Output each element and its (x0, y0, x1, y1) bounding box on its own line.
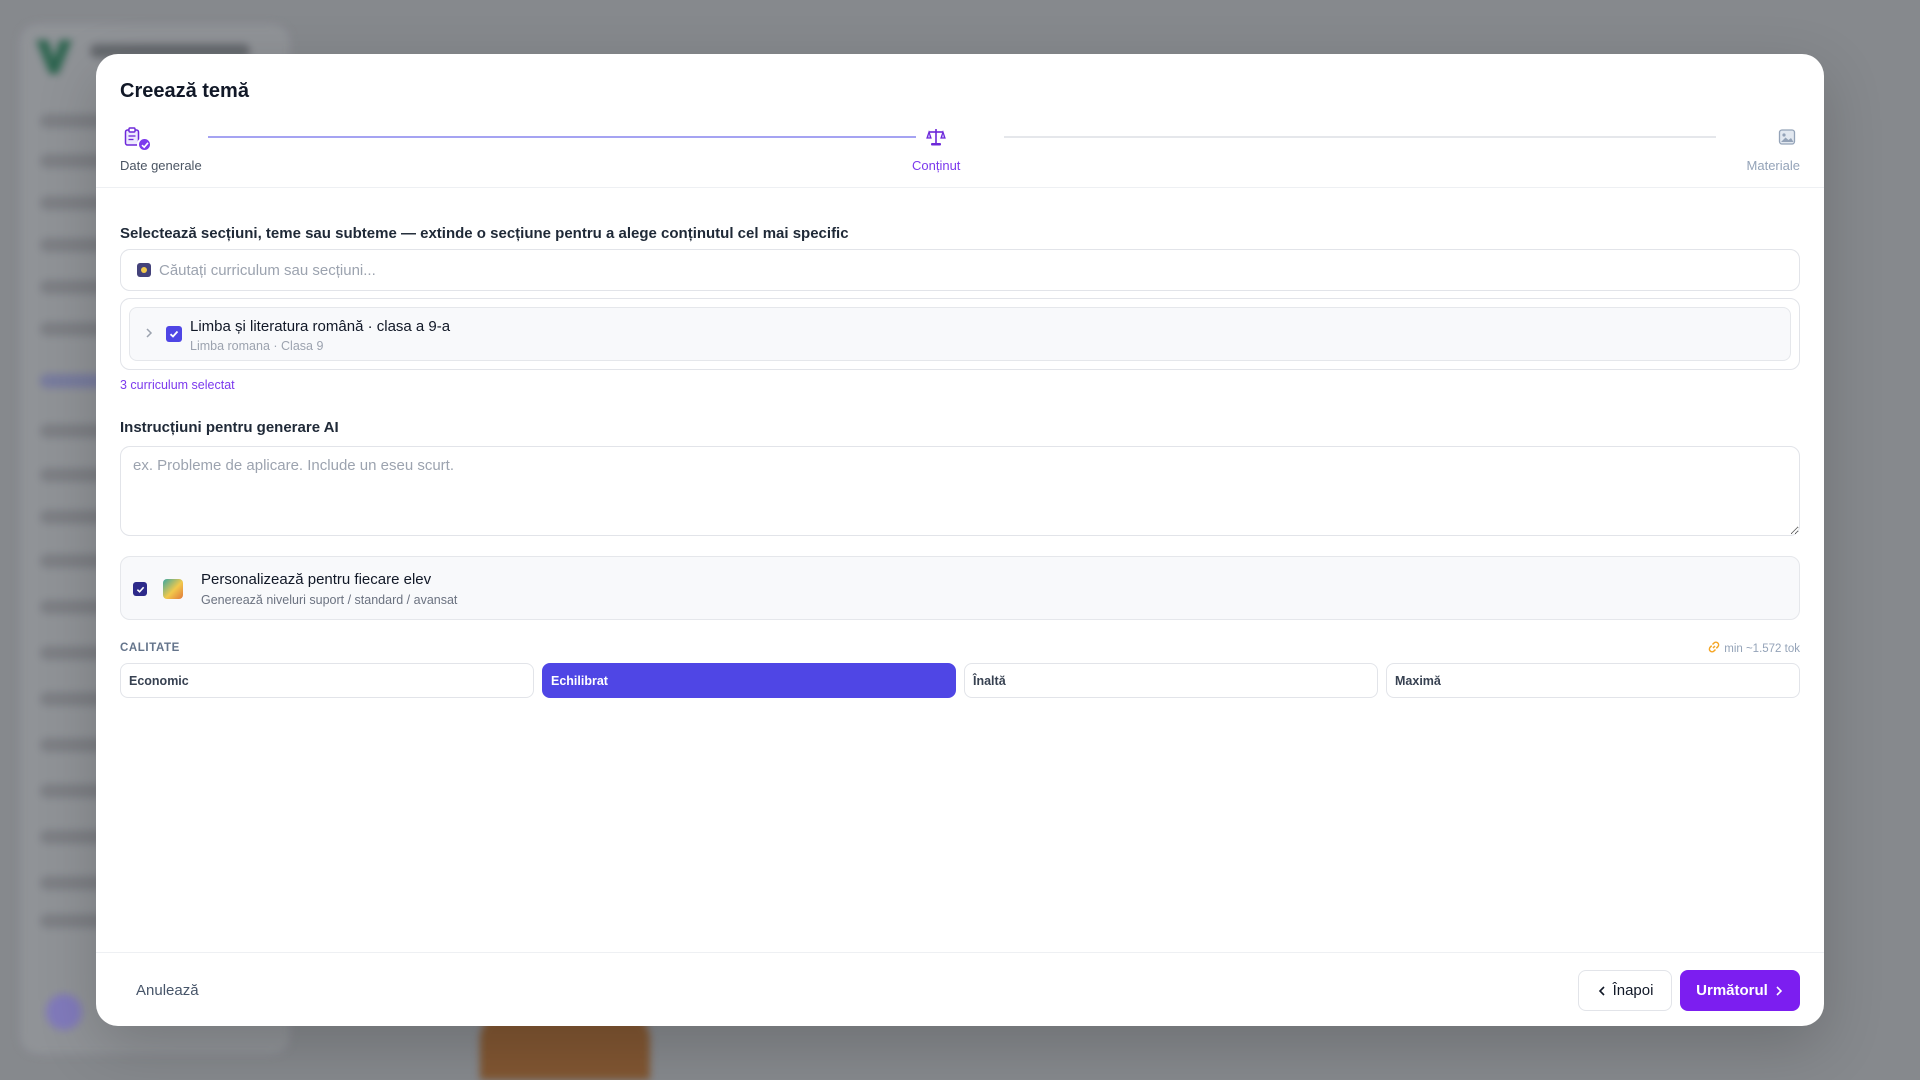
chevron-right-icon[interactable] (144, 326, 154, 342)
quality-high-button[interactable]: Înaltă (964, 663, 1378, 698)
footer-divider (96, 952, 1824, 953)
stepper-progress-line (208, 136, 916, 138)
link-icon (1708, 641, 1720, 656)
step-content[interactable]: Conținut (912, 124, 960, 173)
next-button[interactable]: Următorul (1680, 970, 1800, 1011)
cancel-button[interactable]: Anulează (120, 970, 215, 1010)
stepper-pending-line (1004, 136, 1716, 138)
token-estimate-text: min ~1.572 tok (1724, 642, 1800, 655)
curriculum-list: Limba și literatura română · clasa a 9-a… (120, 298, 1800, 370)
selected-curriculum-count: 3 curriculum selectat (120, 378, 235, 392)
image-icon (1774, 124, 1800, 150)
chevron-left-icon (1598, 985, 1605, 996)
create-theme-modal: Creează temă Date generale Conținut Mate… (96, 54, 1824, 1026)
next-button-label: Următorul (1696, 982, 1768, 999)
step-label: Materiale (1746, 158, 1800, 173)
step-general-data[interactable]: Date generale (120, 124, 202, 173)
curriculum-item-subtitle: Limba romana · Clasa 9 (190, 339, 324, 353)
chevron-right-icon (1776, 985, 1782, 996)
curriculum-item-checkbox[interactable] (166, 326, 182, 342)
back-button[interactable]: Înapoi (1578, 970, 1672, 1011)
quality-balanced-button[interactable]: Echilibrat (542, 663, 956, 698)
stepper: Date generale Conținut Materiale (120, 124, 1800, 184)
header-divider (96, 187, 1824, 188)
ai-instructions-textarea[interactable] (120, 446, 1800, 536)
curriculum-search-input[interactable] (159, 261, 1759, 279)
curriculum-search-box[interactable] (120, 249, 1800, 291)
step-label: Conținut (912, 158, 961, 173)
token-estimate: min ~1.572 tok (1708, 641, 1800, 656)
curriculum-item[interactable]: Limba și literatura română · clasa a 9-a… (129, 307, 1791, 361)
step-complete-check-icon (137, 137, 152, 152)
instructions-label: Instrucțiuni pentru generare AI (120, 419, 339, 436)
personalize-option[interactable]: Personalizează pentru fiecare elev Gener… (120, 556, 1800, 620)
quality-economic-button[interactable]: Economic (120, 663, 534, 698)
personalize-icon (163, 579, 183, 599)
personalize-subtitle: Generează niveluri suport / standard / a… (201, 593, 458, 607)
back-button-label: Înapoi (1612, 982, 1654, 999)
quality-maximum-button[interactable]: Maximă (1386, 663, 1800, 698)
quality-options: Economic Echilibrat Înaltă Maximă (120, 663, 1800, 698)
curriculum-section-label: Selectează secțiuni, teme sau subteme — … (120, 225, 849, 242)
balance-scale-icon (923, 124, 949, 150)
search-icon (137, 263, 151, 277)
personalize-title: Personalizează pentru fiecare elev (201, 571, 432, 588)
step-materials[interactable]: Materiale (1747, 124, 1800, 173)
modal-title: Creează temă (120, 80, 249, 102)
step-label: Date generale (120, 158, 202, 173)
clipboard-icon (120, 124, 152, 152)
quality-label: CALITATE (120, 642, 180, 654)
personalize-checkbox[interactable] (133, 582, 147, 596)
curriculum-item-name: Limba și literatura română · clasa a 9-a (190, 318, 451, 335)
